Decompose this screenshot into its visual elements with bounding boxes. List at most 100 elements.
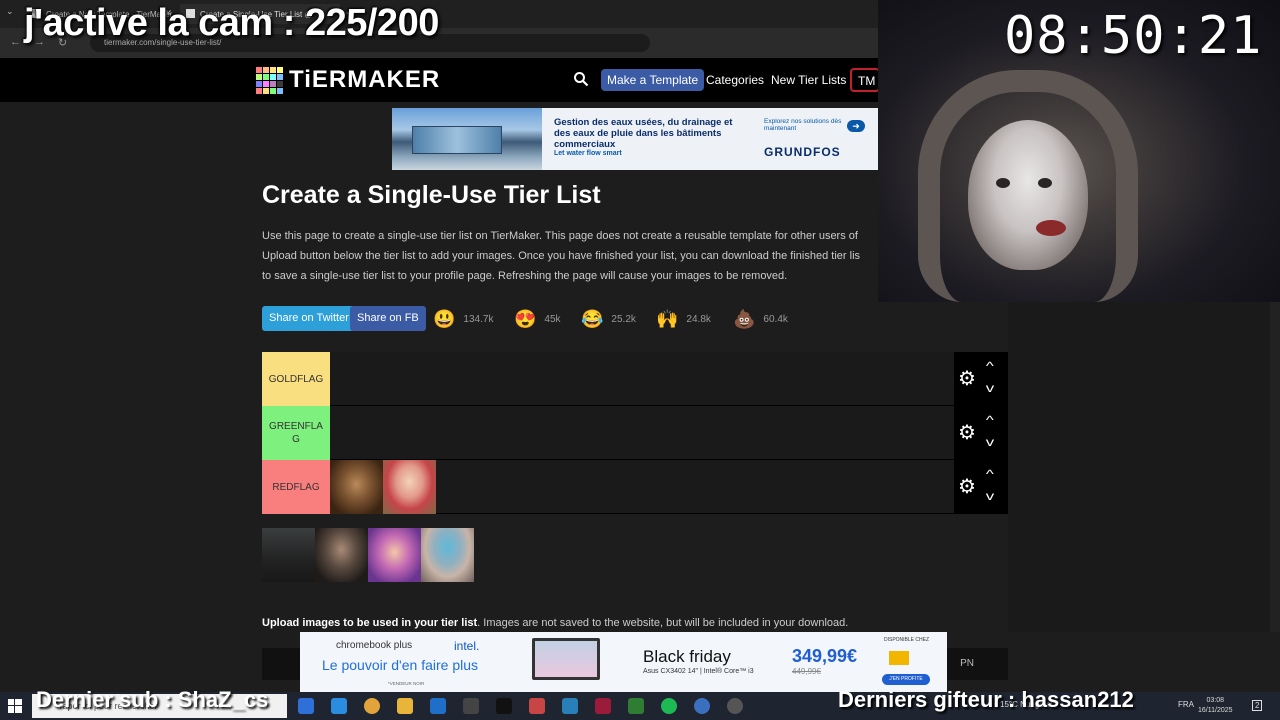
- laugh-emoji-icon: 😂: [581, 309, 604, 329]
- raised-hands-emoji-icon: 🙌: [656, 309, 679, 329]
- app-icon[interactable]: [463, 698, 479, 714]
- old-price: 449,99€: [792, 667, 821, 676]
- reaction-count: 25.2k: [611, 313, 636, 325]
- upload-bold-text: Upload images to be used in your tier li…: [262, 617, 478, 629]
- nav-tm-button[interactable]: TM: [850, 68, 880, 92]
- gear-icon[interactable]: ⚙: [958, 423, 976, 443]
- pool-image-dark-figure[interactable]: [262, 528, 315, 582]
- windows-start-icon[interactable]: [8, 699, 22, 713]
- ad-headline: Gestion des eaux usées, du drainage et d…: [554, 117, 733, 150]
- tier-image-ape[interactable]: [330, 460, 383, 514]
- face-shape: [968, 120, 1088, 270]
- reaction-count: 134.7k: [463, 313, 494, 325]
- share-fb-button[interactable]: Share on FB: [350, 306, 426, 331]
- tab-menu-icon[interactable]: ⌄: [6, 6, 14, 17]
- chevron-up-icon[interactable]: ^: [986, 359, 994, 373]
- reaction-count: 45k: [544, 313, 561, 325]
- promo-button[interactable]: J'EN PROFITE: [882, 674, 930, 685]
- calculator-icon[interactable]: [331, 698, 347, 714]
- tier-label-greenflag[interactable]: GREENFLAG: [262, 406, 330, 460]
- share-twitter-button[interactable]: Share on Twitter: [262, 306, 356, 331]
- vscode-icon[interactable]: [562, 698, 578, 714]
- last-gifter-overlay: Derniers gifteur : hassan212: [838, 687, 1134, 712]
- app-icon[interactable]: [595, 698, 611, 714]
- chrome-icon[interactable]: [364, 698, 380, 714]
- nav-categories[interactable]: Categories: [706, 73, 764, 87]
- desc-line: Upload button below the tier list to add…: [262, 250, 861, 262]
- task-view-icon[interactable]: [298, 698, 314, 714]
- tiktok-icon[interactable]: [496, 698, 512, 714]
- eye-shape: [996, 178, 1010, 188]
- tier-controls: ⚙ ^ v: [954, 460, 1008, 514]
- language-indicator[interactable]: FRA: [1178, 700, 1194, 709]
- desc-line: Use this page to create a single-use tie…: [262, 230, 858, 242]
- reaction-count: 60.4k: [763, 313, 788, 325]
- reaction-heart-eyes[interactable]: 😍 45k: [514, 309, 561, 329]
- poop-emoji-icon: 💩: [733, 309, 756, 329]
- desc-line: to save a single-use tier list to your p…: [262, 270, 788, 282]
- stream-clock: 08:50:21: [1004, 6, 1263, 66]
- taskbar-time: 03:08: [1206, 697, 1225, 704]
- ad-slogan: Le pouvoir d'en faire plus: [322, 657, 478, 673]
- pool-image-anime-fighter[interactable]: [421, 528, 474, 582]
- ad-building-image: [392, 108, 542, 170]
- page-title: Create a Single-Use Tier List: [262, 181, 601, 209]
- price: 349,99€: [792, 646, 858, 666]
- ad-banner-top[interactable]: Gestion des eaux usées, du drainage et d…: [392, 108, 878, 170]
- gear-icon[interactable]: ⚙: [958, 369, 976, 389]
- logo-grid-icon: [256, 66, 283, 94]
- upload-instructions: Upload images to be used in your tier li…: [262, 617, 848, 629]
- pool-image-anime-woman[interactable]: [368, 528, 421, 582]
- reaction-poop[interactable]: 💩 60.4k: [733, 309, 788, 329]
- image-pool: [262, 528, 474, 582]
- chevron-down-icon[interactable]: v: [986, 381, 994, 395]
- ad-brand: GRUNDFOS: [764, 145, 841, 159]
- tier-image-anime-girl[interactable]: [383, 460, 436, 514]
- laptop-image: [532, 638, 600, 680]
- chromebook-logo: chromebook plus: [336, 640, 413, 651]
- tiermaker-logo[interactable]: TiERMAKER: [256, 66, 440, 94]
- right-empty-area: [1008, 302, 1280, 632]
- chrome-active-icon[interactable]: [694, 698, 710, 714]
- ad-tagline: Let water flow smart: [554, 150, 622, 157]
- tier-label-redflag[interactable]: REDFLAG: [262, 460, 330, 514]
- notification-icon[interactable]: 2: [1252, 700, 1263, 711]
- tier-controls: ⚙ ^ v: [954, 406, 1008, 460]
- chevron-down-icon[interactable]: v: [986, 435, 994, 449]
- laptop-model: Asus CX3402 14" | Intel® Core™ i3: [643, 668, 754, 675]
- app-icon[interactable]: [727, 698, 743, 714]
- app-icon[interactable]: [529, 698, 545, 714]
- reaction-raised-hands[interactable]: 🙌 24.8k: [656, 309, 711, 329]
- nav-new-tier-lists[interactable]: New Tier Lists: [771, 73, 846, 87]
- make-template-button[interactable]: Make a Template: [601, 69, 705, 91]
- site-navbar: TiERMAKER Make a Template Categories New…: [0, 58, 880, 102]
- page-description: Use this page to create a single-use tie…: [262, 226, 878, 286]
- tier-controls: ⚙ ^ v: [954, 352, 1008, 406]
- spotify-icon[interactable]: [661, 698, 677, 714]
- reaction-smile[interactable]: 😃 134.7k: [433, 309, 493, 329]
- tier-row-greenflag: GREENFLAG ⚙ ^ v: [262, 406, 1008, 460]
- chevron-up-icon[interactable]: ^: [986, 467, 994, 481]
- ad-banner-bottom[interactable]: chromebook plus intel. Le pouvoir d'en f…: [300, 632, 947, 692]
- chevron-up-icon[interactable]: ^: [986, 413, 994, 427]
- cam-goal-overlay: j'active la cam : 225/200: [24, 2, 439, 44]
- back-icon[interactable]: ←: [10, 36, 21, 48]
- pool-image-man-portrait[interactable]: [315, 528, 368, 582]
- scrollbar[interactable]: [1270, 302, 1280, 632]
- search-icon[interactable]: [573, 71, 589, 87]
- ad-disclaimer: *VENDEUR NOIR: [388, 681, 425, 686]
- pn-label: PN: [960, 658, 974, 669]
- file-explorer-icon[interactable]: [397, 698, 413, 714]
- reaction-laugh[interactable]: 😂 25.2k: [581, 309, 636, 329]
- chevron-down-icon[interactable]: v: [986, 489, 994, 503]
- screen: ⌄ Create a New Template - TierMaker ✕ Cr…: [0, 0, 1280, 720]
- tier-label-goldflag[interactable]: GOLDFLAG: [262, 352, 330, 406]
- gear-icon[interactable]: ⚙: [958, 477, 976, 497]
- tier-items[interactable]: [330, 460, 436, 514]
- taskbar-clock[interactable]: 03:08 16/11/2025: [1198, 696, 1233, 716]
- tier-row-redflag: REDFLAG ⚙ ^ v: [262, 460, 1008, 514]
- xbox-icon[interactable]: [628, 698, 644, 714]
- mail-icon[interactable]: [430, 698, 446, 714]
- ad-arrow-icon[interactable]: ➜: [847, 120, 865, 132]
- last-sub-overlay: Dernier sub : ShaZ_cs: [36, 687, 269, 712]
